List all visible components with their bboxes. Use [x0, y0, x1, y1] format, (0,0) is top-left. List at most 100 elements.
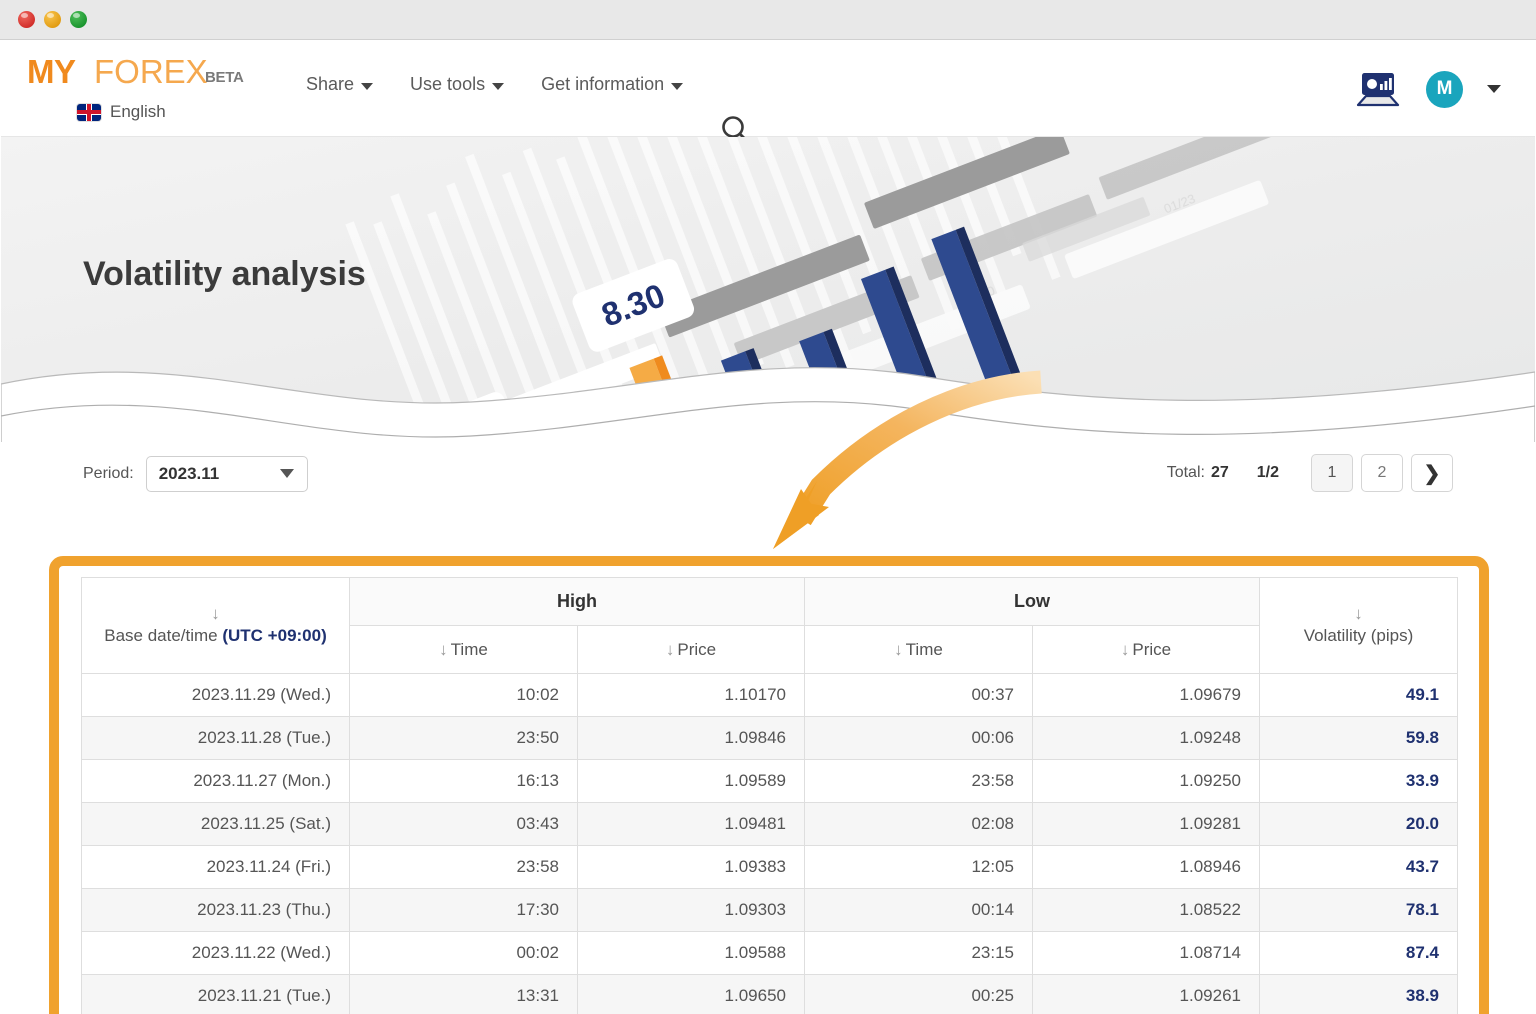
language-selector[interactable]: English	[77, 102, 166, 122]
hero-wave-divider	[1, 367, 1535, 442]
row-high-time: 17:30	[349, 888, 578, 932]
avatar[interactable]: M	[1426, 70, 1463, 108]
period-filter: Period: 2023.11	[83, 456, 308, 492]
row-high-price: 1.09383	[577, 845, 805, 889]
row-high-price: 1.09303	[577, 888, 805, 932]
sort-descending-icon: ↓	[1354, 603, 1363, 623]
col-header-low-time[interactable]: ↓ Time	[804, 625, 1033, 674]
row-low-time: 12:05	[804, 845, 1033, 889]
row-low-time: 00:06	[804, 716, 1033, 760]
chevron-down-icon	[492, 83, 505, 90]
window-controls	[18, 11, 87, 28]
period-select[interactable]: 2023.11	[145, 456, 308, 492]
table-header-row-group: ↓ Base date/time (UTC +09:00) High Low ↓…	[81, 577, 1458, 674]
period-selected-value: 2023.11	[158, 464, 220, 483]
page-button-2[interactable]: 2	[1361, 454, 1403, 492]
row-high-price: 1.09846	[577, 716, 805, 760]
row-low-time: 00:37	[804, 673, 1033, 717]
nav-item-share[interactable]: Share	[306, 74, 374, 95]
row-high-time: 23:58	[349, 845, 578, 889]
chevron-down-icon	[279, 469, 294, 478]
main-navigation: Share Use tools Get information	[306, 74, 684, 95]
base-datetime-utc-text: (UTC +09:00)	[222, 625, 327, 645]
row-high-price: 1.09589	[577, 759, 805, 803]
row-volatility: 20.0	[1259, 802, 1458, 846]
logo-beta-badge: BETA	[205, 69, 244, 86]
sort-descending-icon: ↓	[211, 603, 220, 623]
row-high-time: 13:31	[349, 974, 578, 1014]
brand-block[interactable]: MY FOREX BETA English	[27, 53, 244, 121]
nav-label-share: Share	[306, 74, 355, 94]
row-high-time: 16:13	[349, 759, 578, 803]
row-low-price: 1.09281	[1032, 802, 1260, 846]
col-header-low: Low	[804, 577, 1260, 626]
col-header-base-datetime-label: Base date/time (UTC +09:00)	[104, 626, 327, 645]
page-position: 1/2	[1257, 464, 1279, 482]
row-high-price: 1.09481	[577, 802, 805, 846]
account-chevron-down-icon[interactable]	[1487, 85, 1501, 93]
row-high-time: 03:43	[349, 802, 578, 846]
row-high-time: 10:02	[349, 673, 578, 717]
page-button-1[interactable]: 1	[1311, 454, 1353, 492]
total-label: Total:	[1166, 464, 1205, 481]
volatility-table-container: ↓ Base date/time (UTC +09:00) High Low ↓…	[81, 577, 1458, 1014]
laptop-chart-icon[interactable]	[1354, 70, 1402, 108]
row-date: 2023.11.27 (Mon.)	[81, 759, 350, 803]
chevron-down-icon	[361, 83, 374, 90]
row-low-price: 1.08946	[1032, 845, 1260, 889]
table-row: 2023.11.22 (Wed.) 00:02 1.09588 23:15 1.0871…	[81, 931, 1458, 975]
nav-item-use-tools[interactable]: Use tools	[410, 74, 505, 95]
logo-forex-text: FOREX	[94, 53, 208, 90]
sort-descending-icon: ↓	[439, 639, 448, 659]
table-row: 2023.11.24 (Fri.) 23:58 1.09383 12:05 1.0894…	[81, 845, 1458, 889]
row-high-time: 00:02	[349, 931, 578, 975]
base-datetime-text: Base date/time	[104, 625, 223, 645]
table-controls: Period: 2023.11 Total: 27 1/2 1 2 ❯	[1, 442, 1535, 504]
col-header-volatility[interactable]: ↓ Volatility (pips)	[1259, 577, 1458, 674]
row-volatility: 43.7	[1259, 845, 1458, 889]
language-label: English	[110, 102, 166, 121]
sort-descending-icon: ↓	[894, 639, 903, 659]
row-low-price: 1.09261	[1032, 974, 1260, 1014]
row-low-price: 1.08522	[1032, 888, 1260, 932]
row-high-time: 23:50	[349, 716, 578, 760]
col-header-high-price[interactable]: ↓ Price	[577, 625, 805, 674]
window-titlebar	[0, 0, 1536, 40]
col-header-low-time-label: Time	[905, 639, 943, 659]
uk-flag-icon	[77, 103, 101, 121]
nav-item-get-information[interactable]: Get information	[541, 74, 684, 95]
row-date: 2023.11.22 (Wed.)	[81, 931, 350, 975]
sort-descending-icon: ↓	[1120, 639, 1130, 659]
pagination: Total: 27 1/2 1 2 ❯	[1167, 454, 1453, 492]
chevron-down-icon	[671, 83, 684, 90]
table-row: 2023.11.27 (Mon.) 16:13 1.09589 23:58 1.0925…	[81, 759, 1458, 803]
row-high-price: 1.09588	[577, 931, 805, 975]
row-date: 2023.11.24 (Fri.)	[81, 845, 350, 889]
row-low-price: 1.09250	[1032, 759, 1260, 803]
row-volatility: 33.9	[1259, 759, 1458, 803]
site-logo[interactable]: MY FOREX BETA	[27, 53, 244, 93]
row-low-time: 00:25	[804, 974, 1033, 1014]
zoom-window-button[interactable]	[70, 11, 87, 28]
next-page-button[interactable]: ❯	[1411, 454, 1453, 492]
col-header-base-datetime[interactable]: ↓ Base date/time (UTC +09:00)	[81, 577, 350, 674]
col-header-low-price-label: Price	[1132, 639, 1172, 659]
row-low-price: 1.08714	[1032, 931, 1260, 975]
nav-label-use-tools: Use tools	[410, 74, 486, 94]
col-header-low-price[interactable]: ↓ Price	[1032, 625, 1260, 674]
close-window-button[interactable]	[18, 11, 35, 28]
page-root: MY FOREX BETA English Share Use tools Ge…	[1, 40, 1535, 1014]
total-value: 27	[1210, 464, 1229, 481]
row-low-time: 02:08	[804, 802, 1033, 846]
row-high-price: 1.10170	[577, 673, 805, 717]
table-row: 2023.11.23 (Thu.) 17:30 1.09303 00:14 1.0852…	[81, 888, 1458, 932]
col-header-high: High	[349, 577, 805, 626]
col-header-high-time[interactable]: ↓ Time	[349, 625, 578, 674]
row-date: 2023.11.21 (Tue.)	[81, 974, 350, 1014]
minimize-window-button[interactable]	[44, 11, 61, 28]
table-row: 2023.11.28 (Tue.) 23:50 1.09846 00:06 1.0924…	[81, 716, 1458, 760]
row-date: 2023.11.25 (Sat.)	[81, 802, 350, 846]
table-row: 2023.11.29 (Wed.) 10:02 1.10170 00:37 1.0967…	[81, 673, 1458, 717]
period-label: Period:	[83, 465, 134, 482]
table-body: 2023.11.29 (Wed.) 10:02 1.10170 00:37 1.0967…	[81, 673, 1458, 1014]
